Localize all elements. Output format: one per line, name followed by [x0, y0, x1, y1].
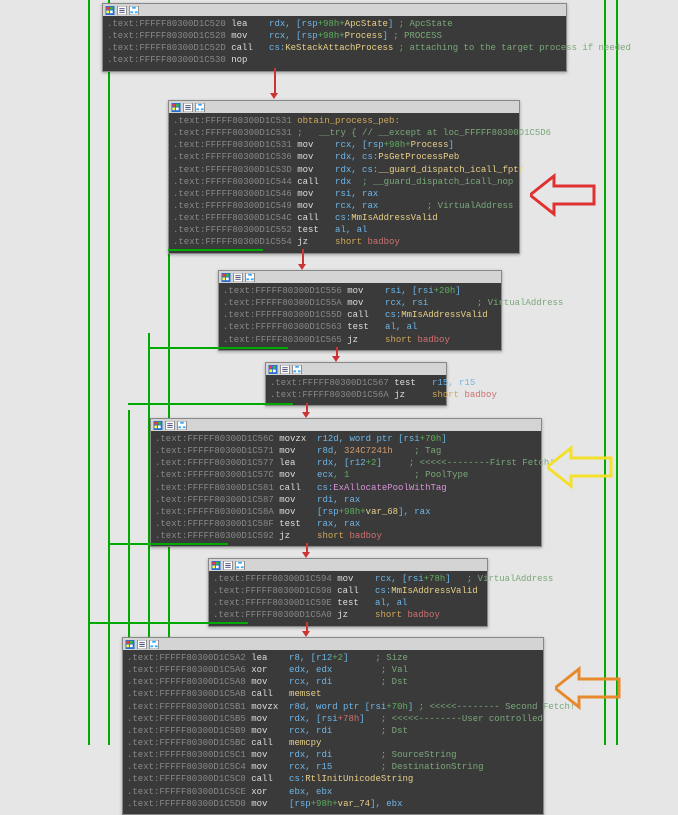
disasm-node-5[interactable]: .text:FFFFF80300D1C56C movzx r12d, word …: [150, 418, 542, 547]
tree-icon: [149, 640, 159, 649]
graph-edge: [88, 622, 248, 624]
attention-arrow-orange: [555, 665, 623, 714]
graph-edge: [168, 249, 263, 251]
node-header: [151, 419, 541, 431]
node-header: [169, 101, 519, 113]
color-icon-1: [268, 365, 278, 374]
node-body: .text:FFFFF80300D1C56C movzx r12d, word …: [151, 431, 541, 546]
list-icon: [165, 421, 175, 430]
node-header: [219, 271, 501, 283]
list-icon: [233, 273, 243, 282]
node-body: .text:FFFFF80300D1C556 mov rsi, [rsi+20h…: [219, 283, 501, 350]
graph-edge: [616, 0, 618, 745]
color-icon-1: [211, 561, 221, 570]
color-icon-1: [105, 6, 115, 15]
list-icon: [183, 103, 193, 112]
node-body: .text:FFFFF80300D1C567 test r15, r15 .te…: [266, 375, 446, 405]
tree-icon: [129, 6, 139, 15]
color-icon-1: [221, 273, 231, 282]
graph-edge: [604, 0, 606, 745]
list-icon: [223, 561, 233, 570]
graph-edge: [108, 0, 110, 745]
arrowhead: [270, 93, 278, 99]
node-body: .text:FFFFF80300D1C594 mov rcx, [rsi+78h…: [209, 571, 487, 626]
list-icon: [137, 640, 147, 649]
tree-icon: [195, 103, 205, 112]
disasm-node-3[interactable]: .text:FFFFF80300D1C556 mov rsi, [rsi+20h…: [218, 270, 502, 351]
graph-edge: [88, 0, 90, 745]
node-body: .text:FFFFF80300D1C531 obtain_process_pe…: [169, 113, 519, 253]
tree-icon: [235, 561, 245, 570]
disasm-node-1[interactable]: .text:FFFFF80300D1C520 lea rdx, [rsp+98h…: [102, 3, 567, 72]
disasm-node-7[interactable]: .text:FFFFF80300D1C5A2 lea r8, [r12+2] ;…: [122, 637, 544, 815]
tree-icon: [245, 273, 255, 282]
graph-edge: [148, 347, 288, 349]
list-icon: [117, 6, 127, 15]
graph-edge: [108, 543, 228, 545]
tree-icon: [292, 365, 302, 374]
graph-edge-red: [274, 68, 276, 96]
graph-edge: [128, 403, 293, 405]
node-body: .text:FFFFF80300D1C5A2 lea r8, [r12+2] ;…: [123, 650, 543, 814]
tree-icon: [177, 421, 187, 430]
color-icon-1: [125, 640, 135, 649]
disasm-node-2[interactable]: .text:FFFFF80300D1C531 obtain_process_pe…: [168, 100, 520, 254]
attention-arrow-yellow: [547, 444, 615, 493]
node-header: [103, 4, 566, 16]
node-header: [123, 638, 543, 650]
node-body: .text:FFFFF80300D1C520 lea rdx, [rsp+98h…: [103, 16, 566, 71]
disasm-node-6[interactable]: .text:FFFFF80300D1C594 mov rcx, [rsi+78h…: [208, 558, 488, 627]
list-icon: [280, 365, 290, 374]
disasm-node-4[interactable]: .text:FFFFF80300D1C567 test r15, r15 .te…: [265, 362, 447, 406]
color-icon-1: [171, 103, 181, 112]
node-header: [266, 363, 446, 375]
attention-arrow-red: [530, 172, 598, 221]
color-icon-1: [153, 421, 163, 430]
node-header: [209, 559, 487, 571]
